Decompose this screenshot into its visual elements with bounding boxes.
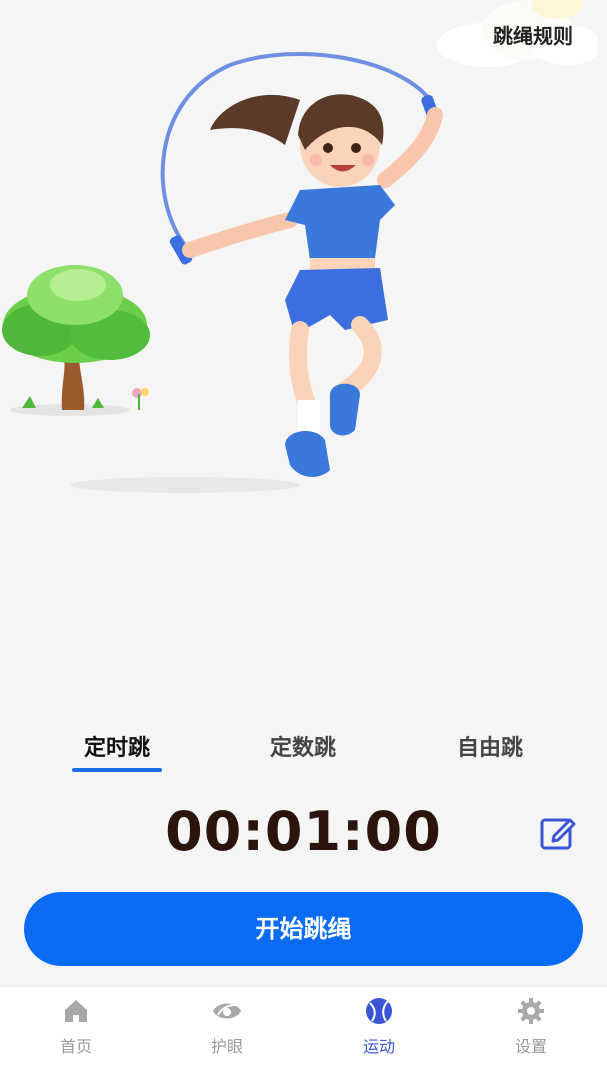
home-icon — [65, 1000, 87, 1022]
bottom-navigation: 首页 护眼 运动 设置 — [0, 986, 607, 1081]
gear-icon — [518, 998, 544, 1024]
jump-rope-illustration — [2, 51, 443, 493]
nav-item-eye-care[interactable]: 护眼 — [167, 997, 287, 1057]
nav-label-eye-care: 护眼 — [210, 1037, 243, 1056]
nav-item-sports[interactable]: 运动 — [319, 997, 439, 1057]
ball-icon — [366, 998, 392, 1024]
jump-mode-tabs: 定时跳 定数跳 自由跳 — [0, 730, 607, 780]
active-tab-indicator — [72, 768, 162, 772]
start-jump-rope-button[interactable]: 开始跳绳 — [24, 892, 583, 966]
tab-timed-jump[interactable]: 定时跳 — [57, 730, 177, 762]
girl-figure — [182, 94, 443, 477]
timer-display: 00:01:00 — [165, 800, 442, 863]
nav-label-sports: 运动 — [362, 1037, 395, 1056]
nav-label-settings: 设置 — [514, 1037, 547, 1056]
eye-care-icon — [213, 1003, 241, 1019]
tab-free-jump[interactable]: 自由跳 — [430, 730, 550, 762]
edit-icon[interactable] — [538, 812, 578, 852]
nav-item-home[interactable]: 首页 — [16, 997, 136, 1057]
tree-image — [2, 265, 150, 416]
tab-count-jump[interactable]: 定数跳 — [243, 730, 363, 762]
nav-label-home: 首页 — [59, 1037, 92, 1056]
nav-item-settings[interactable]: 设置 — [471, 997, 591, 1057]
